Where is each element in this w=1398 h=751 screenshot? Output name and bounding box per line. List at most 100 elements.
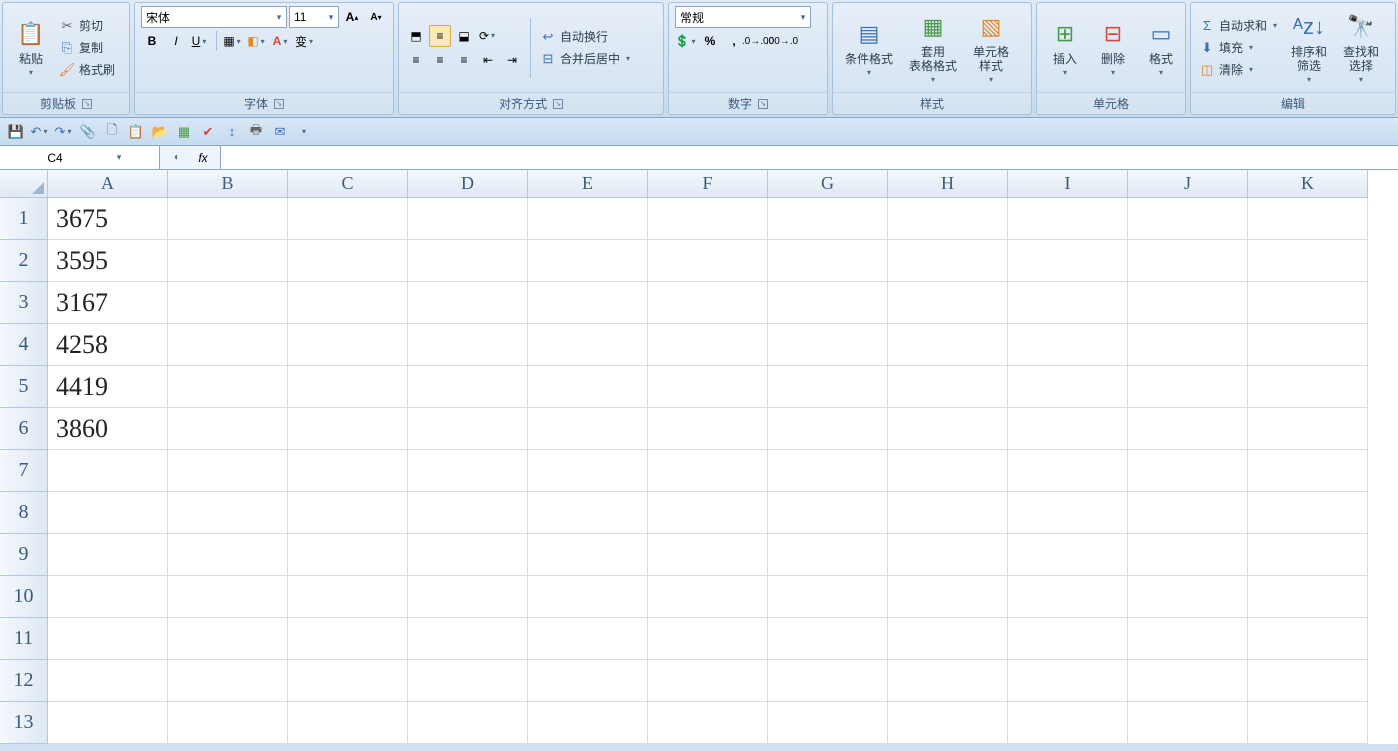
cell-A3[interactable]: 3167 xyxy=(48,282,168,324)
cell-A2[interactable]: 3595 xyxy=(48,240,168,282)
cell-K12[interactable] xyxy=(1248,660,1368,702)
cell-F2[interactable] xyxy=(648,240,768,282)
cell-J13[interactable] xyxy=(1128,702,1248,744)
align-top-button[interactable]: ⬒ xyxy=(405,25,427,47)
font-size-input[interactable] xyxy=(290,7,324,27)
cell-B3[interactable] xyxy=(168,282,288,324)
align-left-button[interactable]: ≡ xyxy=(405,49,427,71)
cell-A13[interactable] xyxy=(48,702,168,744)
cell-F12[interactable] xyxy=(648,660,768,702)
cell-B11[interactable] xyxy=(168,618,288,660)
qat-paste-button[interactable]: 📋 xyxy=(126,122,146,142)
cell-I8[interactable] xyxy=(1008,492,1128,534)
cell-A1[interactable]: 3675 xyxy=(48,198,168,240)
cell-F3[interactable] xyxy=(648,282,768,324)
cell-K2[interactable] xyxy=(1248,240,1368,282)
cell-I10[interactable] xyxy=(1008,576,1128,618)
cell-A12[interactable] xyxy=(48,660,168,702)
cell-A10[interactable] xyxy=(48,576,168,618)
cell-E3[interactable] xyxy=(528,282,648,324)
cell-G12[interactable] xyxy=(768,660,888,702)
cell-K7[interactable] xyxy=(1248,450,1368,492)
cell-K11[interactable] xyxy=(1248,618,1368,660)
cell-B7[interactable] xyxy=(168,450,288,492)
cell-C12[interactable] xyxy=(288,660,408,702)
cell-C11[interactable] xyxy=(288,618,408,660)
cell-A11[interactable] xyxy=(48,618,168,660)
cell-F4[interactable] xyxy=(648,324,768,366)
cell-E9[interactable] xyxy=(528,534,648,576)
cell-J10[interactable] xyxy=(1128,576,1248,618)
cell-format-button[interactable]: ▭ 格式 ▾ xyxy=(1139,16,1183,79)
cell-D10[interactable] xyxy=(408,576,528,618)
cell-E7[interactable] xyxy=(528,450,648,492)
cell-E6[interactable] xyxy=(528,408,648,450)
percent-button[interactable]: % xyxy=(699,30,721,52)
column-header-B[interactable]: B xyxy=(168,170,288,198)
cell-J1[interactable] xyxy=(1128,198,1248,240)
underline-button[interactable]: U▾ xyxy=(189,30,211,52)
cell-F7[interactable] xyxy=(648,450,768,492)
name-box[interactable]: ▾ xyxy=(0,146,160,169)
chevron-down-icon[interactable]: ▾ xyxy=(324,12,338,23)
cell-C9[interactable] xyxy=(288,534,408,576)
cell-B13[interactable] xyxy=(168,702,288,744)
cell-A5[interactable]: 4419 xyxy=(48,366,168,408)
cell-A9[interactable] xyxy=(48,534,168,576)
cell-F1[interactable] xyxy=(648,198,768,240)
delete-button[interactable]: ⊟ 删除 ▾ xyxy=(1091,16,1135,79)
cell-C1[interactable] xyxy=(288,198,408,240)
qat-undo-button[interactable]: ↶▾ xyxy=(30,122,50,142)
cell-J6[interactable] xyxy=(1128,408,1248,450)
cell-H8[interactable] xyxy=(888,492,1008,534)
cell-C13[interactable] xyxy=(288,702,408,744)
number-launcher[interactable]: ↘ xyxy=(758,99,768,109)
cell-E12[interactable] xyxy=(528,660,648,702)
orientation-button[interactable]: ⟳▾ xyxy=(477,25,499,47)
cell-E1[interactable] xyxy=(528,198,648,240)
cell-C7[interactable] xyxy=(288,450,408,492)
cell-A6[interactable]: 3860 xyxy=(48,408,168,450)
qat-print-button[interactable]: 🖶 xyxy=(246,122,266,142)
qat-new-button[interactable]: 🗋 xyxy=(102,122,122,142)
cell-B2[interactable] xyxy=(168,240,288,282)
column-header-F[interactable]: F xyxy=(648,170,768,198)
cell-C8[interactable] xyxy=(288,492,408,534)
cell-E8[interactable] xyxy=(528,492,648,534)
cell-I2[interactable] xyxy=(1008,240,1128,282)
number-format-input[interactable] xyxy=(676,7,796,27)
table-format-button[interactable]: ▦ 套用 表格格式 ▾ xyxy=(903,9,963,86)
row-header-2[interactable]: 2 xyxy=(0,240,48,282)
qat-sort-button[interactable]: ↕ xyxy=(222,122,242,142)
cell-D7[interactable] xyxy=(408,450,528,492)
cell-A4[interactable]: 4258 xyxy=(48,324,168,366)
column-header-C[interactable]: C xyxy=(288,170,408,198)
cell-G3[interactable] xyxy=(768,282,888,324)
italic-button[interactable]: I xyxy=(165,30,187,52)
font-color-button[interactable]: A▾ xyxy=(270,30,292,52)
cell-H9[interactable] xyxy=(888,534,1008,576)
cell-I3[interactable] xyxy=(1008,282,1128,324)
cell-F5[interactable] xyxy=(648,366,768,408)
cell-H3[interactable] xyxy=(888,282,1008,324)
row-header-12[interactable]: 12 xyxy=(0,660,48,702)
cell-C10[interactable] xyxy=(288,576,408,618)
row-header-8[interactable]: 8 xyxy=(0,492,48,534)
cell-I6[interactable] xyxy=(1008,408,1128,450)
clear-button[interactable]: ◫ 清除 ▾ xyxy=(1197,60,1281,80)
cell-D4[interactable] xyxy=(408,324,528,366)
row-header-1[interactable]: 1 xyxy=(0,198,48,240)
cell-K3[interactable] xyxy=(1248,282,1368,324)
column-header-A[interactable]: A xyxy=(48,170,168,198)
cell-C2[interactable] xyxy=(288,240,408,282)
cell-I5[interactable] xyxy=(1008,366,1128,408)
cell-F6[interactable] xyxy=(648,408,768,450)
cell-D9[interactable] xyxy=(408,534,528,576)
cell-E11[interactable] xyxy=(528,618,648,660)
border-button[interactable]: ▦▾ xyxy=(222,30,244,52)
cell-B10[interactable] xyxy=(168,576,288,618)
cell-F10[interactable] xyxy=(648,576,768,618)
cell-E5[interactable] xyxy=(528,366,648,408)
cell-J3[interactable] xyxy=(1128,282,1248,324)
align-middle-button[interactable]: ≡ xyxy=(429,25,451,47)
